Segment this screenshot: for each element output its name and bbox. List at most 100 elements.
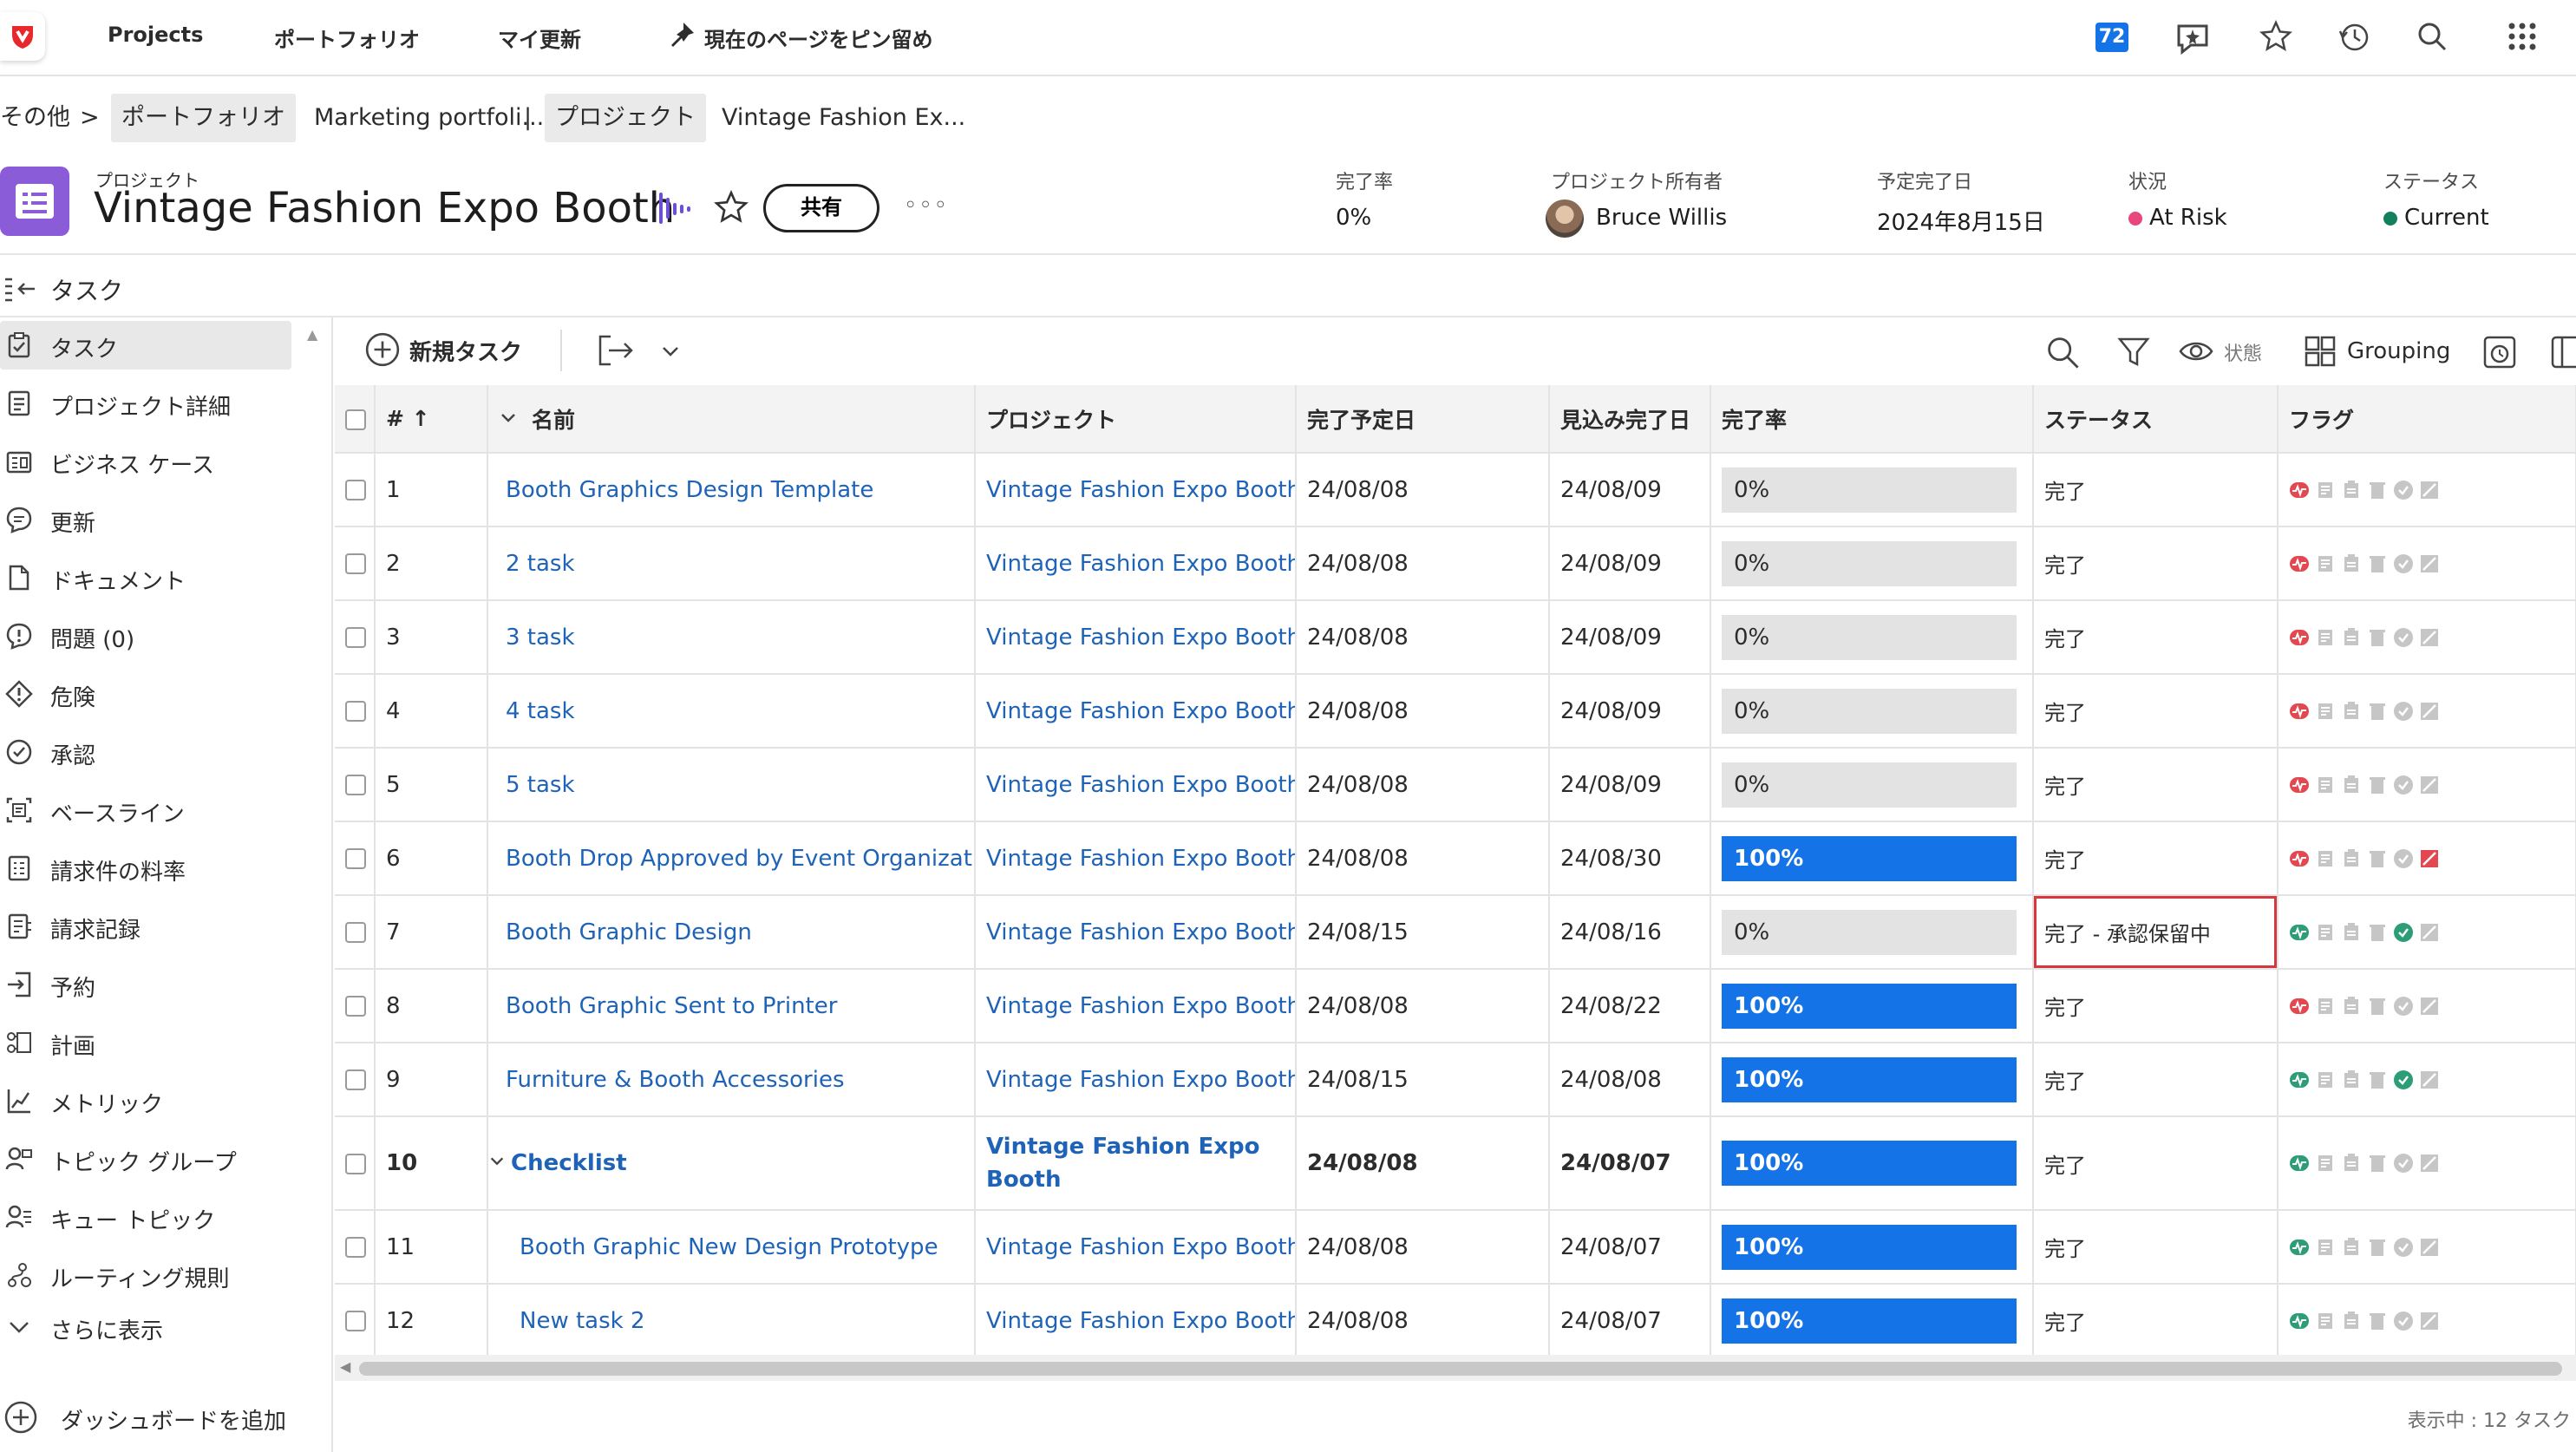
approval-flag-icon[interactable] <box>2393 480 2414 500</box>
delete-flag-icon[interactable] <box>2367 775 2388 795</box>
select-all-cell[interactable] <box>335 385 376 454</box>
percent-complete-bar[interactable]: 100% <box>1722 1141 2017 1186</box>
note-flag-icon[interactable] <box>2341 1237 2362 1258</box>
project-link[interactable]: Vintage Fashion Expo Booth <box>986 1308 1294 1334</box>
breadcrumb-other[interactable]: その他 <box>0 94 70 142</box>
project-link[interactable]: Vintage Fashion Expo Booth <box>986 846 1294 872</box>
grouping-icon[interactable] <box>2304 335 2337 371</box>
row-select-cell[interactable] <box>335 600 376 675</box>
table-row[interactable]: 11 Booth Graphic New Design Prototype Vint… <box>335 1210 2576 1285</box>
update-pulse-icon[interactable] <box>656 189 694 231</box>
task-name-link[interactable]: 3 task <box>506 625 575 651</box>
note-flag-icon[interactable] <box>2341 922 2362 943</box>
row-select-cell[interactable] <box>335 969 376 1043</box>
sidebar-item-business-case[interactable]: ビジネス ケース <box>0 437 291 486</box>
column-projected-completion[interactable]: 見込み完了日 <box>1549 385 1711 454</box>
collapse-chevron-icon[interactable] <box>488 1150 506 1176</box>
task-name-link[interactable]: Furniture & Booth Accessories <box>506 1067 845 1093</box>
approval-flag-icon[interactable] <box>2393 1153 2414 1174</box>
approval-flag-icon[interactable] <box>2393 1237 2414 1258</box>
collapse-panel-icon[interactable] <box>3 276 38 308</box>
sidebar-item-approvals[interactable]: 承認 <box>0 728 291 776</box>
task-status[interactable]: 完了 <box>2033 453 2279 527</box>
approval-flag-icon[interactable] <box>2393 553 2414 574</box>
favorite-star-icon[interactable] <box>713 189 749 229</box>
document-flag-icon[interactable] <box>2315 1153 2336 1174</box>
chevron-down-icon[interactable] <box>659 340 682 366</box>
row-checkbox[interactable] <box>345 553 366 574</box>
column-status[interactable]: ステータス <box>2033 385 2279 454</box>
search-icon[interactable] <box>2415 19 2449 57</box>
constraint-flag-icon[interactable] <box>2419 553 2440 574</box>
project-link[interactable]: Vintage Fashion Expo Booth <box>986 698 1294 724</box>
delete-flag-icon[interactable] <box>2367 848 2388 869</box>
project-link[interactable]: Vintage Fashion Expo Booth <box>986 625 1294 651</box>
task-name-link[interactable]: Booth Graphics Design Template <box>506 477 873 503</box>
breadcrumb-project[interactable]: プロジェクト <box>545 94 706 142</box>
sidebar-item-issues[interactable]: 問題 (0) <box>0 612 291 660</box>
condition-flag-icon[interactable] <box>2289 922 2310 943</box>
row-select-cell[interactable] <box>335 674 376 749</box>
task-name-link[interactable]: Booth Graphic Design <box>506 919 752 945</box>
task-status[interactable]: 完了 <box>2033 674 2279 749</box>
delete-flag-icon[interactable] <box>2367 480 2388 500</box>
condition-flag-icon[interactable] <box>2289 848 2310 869</box>
delete-flag-icon[interactable] <box>2367 996 2388 1017</box>
note-flag-icon[interactable] <box>2341 848 2362 869</box>
sidebar-item-tasks[interactable]: タスク <box>0 321 291 370</box>
document-flag-icon[interactable] <box>2315 922 2336 943</box>
more-options-icon[interactable]: ◦◦◦ <box>904 193 949 219</box>
row-select-cell[interactable] <box>335 527 376 601</box>
percent-complete-bar[interactable]: 0% <box>1722 540 2017 586</box>
app-logo[interactable] <box>0 12 45 61</box>
approval-flag-icon[interactable] <box>2393 1069 2414 1090</box>
project-link[interactable]: Vintage Fashion Expo Booth <box>986 919 1294 945</box>
row-select-cell[interactable] <box>335 748 376 822</box>
row-checkbox[interactable] <box>345 1069 366 1090</box>
row-checkbox[interactable] <box>345 701 366 722</box>
row-checkbox[interactable] <box>345 1153 366 1174</box>
document-flag-icon[interactable] <box>2315 627 2336 648</box>
column-percent-complete[interactable]: 完了率 <box>1710 385 2034 454</box>
document-flag-icon[interactable] <box>2315 1237 2336 1258</box>
percent-complete-bar[interactable]: 100% <box>1722 835 2017 881</box>
status-value[interactable]: Current <box>2383 205 2489 231</box>
table-row[interactable]: 55 task Vintage Fashion Expo Booth 24/08/0… <box>335 748 2576 822</box>
condition-flag-icon[interactable] <box>2289 1069 2310 1090</box>
condition-flag-icon[interactable] <box>2289 775 2310 795</box>
task-status[interactable]: 完了 <box>2033 600 2279 675</box>
sidebar-item-documents[interactable]: ドキュメント <box>0 553 291 602</box>
note-flag-icon[interactable] <box>2341 1311 2362 1331</box>
project-link[interactable]: Vintage Fashion Expo Booth <box>986 477 1294 503</box>
row-select-cell[interactable] <box>335 1043 376 1117</box>
task-name-link[interactable]: Booth Drop Approved by Event Organizatio… <box>506 846 973 872</box>
note-flag-icon[interactable] <box>2341 775 2362 795</box>
document-flag-icon[interactable] <box>2315 553 2336 574</box>
sidebar-item-topic-groups[interactable]: トピック グループ <box>0 1135 291 1183</box>
table-row[interactable]: 9 Furniture & Booth Accessories Vintage Fa… <box>335 1043 2576 1117</box>
app-launcher-grid-icon[interactable] <box>2505 19 2540 57</box>
percent-complete-bar[interactable]: 0% <box>1722 762 2017 808</box>
approval-flag-icon[interactable] <box>2393 1311 2414 1331</box>
document-flag-icon[interactable] <box>2315 1069 2336 1090</box>
note-flag-icon[interactable] <box>2341 996 2362 1017</box>
row-select-cell[interactable] <box>335 453 376 527</box>
task-status[interactable]: 完了 <box>2033 821 2279 896</box>
condition-flag-icon[interactable] <box>2289 701 2310 722</box>
delete-flag-icon[interactable] <box>2367 627 2388 648</box>
column-flags[interactable]: フラグ <box>2278 385 2576 454</box>
column-project[interactable]: プロジェクト <box>975 385 1297 454</box>
task-name-link[interactable]: 2 task <box>506 551 575 577</box>
percent-complete-bar[interactable]: 0% <box>1722 614 2017 660</box>
row-checkbox[interactable] <box>345 480 366 500</box>
document-flag-icon[interactable] <box>2315 701 2336 722</box>
sidebar-item-planning[interactable]: 計画 <box>0 1018 291 1067</box>
project-link[interactable]: Vintage Fashion Expo Booth <box>986 1067 1294 1093</box>
sidebar-scroll-up-icon[interactable]: ▲ <box>307 326 317 343</box>
nav-portfolio[interactable]: ポートフォリオ <box>274 23 420 53</box>
constraint-flag-icon[interactable] <box>2419 922 2440 943</box>
view-eye-icon[interactable] <box>2179 338 2213 368</box>
project-link[interactable]: Vintage Fashion Expo Booth <box>986 551 1294 577</box>
constraint-flag-icon[interactable] <box>2419 848 2440 869</box>
task-status[interactable]: 完了 <box>2033 527 2279 601</box>
